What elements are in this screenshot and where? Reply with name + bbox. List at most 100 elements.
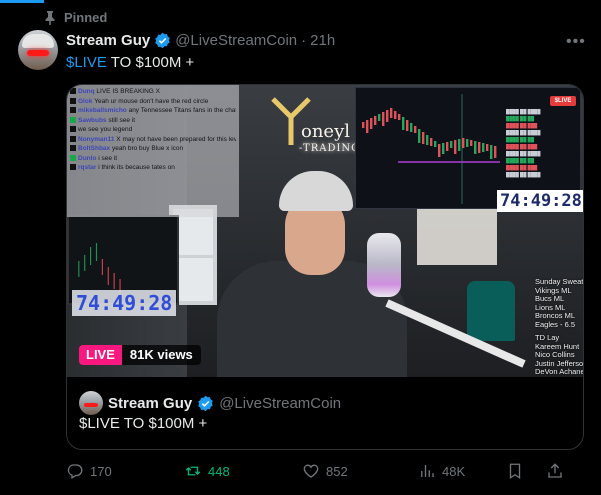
candle [402,117,405,130]
chart-side-row: ████ ██ ███ [506,165,538,170]
author-name[interactable]: Stream Guy [66,32,150,49]
chat-message: Nonyman11 X may not have been prepared f… [70,135,236,145]
x-badge-icon [70,88,76,95]
live-view-count: 81K views [121,345,201,365]
countdown-timer-right: 74:49:28 [497,190,583,212]
chart-sidebar: $LIVE ████ ██ ████ ████ ██ ██ ████ ██ ██… [506,92,578,206]
x-badge-icon [70,126,76,133]
live-stream-media[interactable]: oneyl -TRADING- Dunq LIVE IS BREAKING X … [67,85,583,377]
chat-text: Yeah ur mouse don't have the red circle [94,97,209,105]
tweet-timestamp[interactable]: 21h [310,32,335,49]
candle [382,112,385,126]
chat-username: Nonyman11 [78,135,117,143]
chat-message: BoltShbax yeah bro buy Blue x icon [70,144,236,154]
candle [462,138,465,148]
header-separator: · [301,32,307,49]
chat-text: i think its because tates on [98,164,175,171]
candle [390,108,393,118]
chart-side-row: ████ ██ ████ [506,130,541,135]
cashtag-link[interactable]: $LIVE [66,54,107,71]
chat-message: mikeballsmicho any Tennessee Titans fans… [70,106,236,116]
repost-button[interactable]: 448 [184,462,230,480]
bookmark-button[interactable] [506,462,524,480]
reply-count: 170 [90,463,112,479]
quoted-tweet-card[interactable]: oneyl -TRADING- Dunq LIVE IS BREAKING X … [66,84,584,450]
chat-text: LIVE IS BREAKING X [96,88,160,95]
candle [454,140,457,154]
jersey [467,281,515,341]
x-badge-icon [70,164,76,171]
tweet-actions: 170 448 852 48K [66,462,596,482]
more-options-icon[interactable]: ••• [566,33,586,51]
chat-username: Glok [78,97,95,105]
pinned-tweet[interactable]: Pinned Stream Guy @LiveStreamCoin · 21h … [0,0,601,495]
chart-side-row: ████ ██ ██ [506,116,535,121]
quoted-author-avatar[interactable] [79,391,103,415]
candle [490,145,493,159]
reply-icon [67,464,83,479]
candle [478,142,481,153]
chat-text: X may not have been prepared for this le… [116,135,236,143]
share-icon [548,463,562,478]
candle [426,135,429,145]
views-count: 48K [442,463,466,479]
pick-item: AJ Brown [535,376,583,377]
quoted-author-name[interactable]: Stream Guy [108,395,192,412]
x-badge-icon [70,97,76,104]
x-badge-icon [70,135,76,142]
green-badge-icon [70,154,76,161]
candle [474,141,477,154]
share-button[interactable] [546,462,564,480]
candle [414,126,417,133]
repost-count: 448 [208,463,230,479]
quoted-tweet-text: $LIVE TO $100M + [79,415,208,432]
candle [378,114,381,121]
candle [466,139,469,147]
chat-text: still see it [108,116,136,124]
candle [398,114,401,120]
chart-side-row: ████ ██ ████ [506,151,541,156]
tweet-text: $LIVE TO $100M + [66,54,194,71]
x-badge-icon [70,107,76,114]
chart-side-row: ████ ██ ███ [506,144,538,149]
chart-side-row: ████ ██ ████ [506,109,541,114]
pinned-indicator: Pinned [44,10,107,25]
verified-badge-icon[interactable] [154,32,171,49]
chat-message: rqstar i think its because tates on [70,163,236,173]
chat-message: Sawbubs still see it [70,116,236,126]
pinned-label: Pinned [64,10,108,25]
views-button[interactable]: 48K [418,462,465,480]
svg-text:oneyl: oneyl [301,121,350,142]
quoted-author-handle[interactable]: @LiveStreamCoin [219,395,341,412]
candle [446,142,449,151]
chat-text: we see you legend [78,126,133,133]
candle [374,116,377,125]
chat-text: i see it [98,154,118,162]
chat-username: Dunlo [78,154,99,162]
candle [458,139,461,151]
quoted-tweet-header: Stream Guy @LiveStreamCoin [79,391,341,415]
author-avatar[interactable] [18,30,58,70]
candle [406,120,409,131]
candle [366,120,369,133]
like-count: 852 [326,463,348,479]
candle [418,129,421,143]
picks-list: Sunday Sweat Vikings ML Bucs ML Lions ML Bro… [535,277,583,377]
chart-live-tag: $LIVE [550,96,576,106]
reply-button[interactable]: 170 [66,462,112,480]
chart-side-row: ████ ██ ███ [506,123,538,128]
candle [386,110,389,122]
candle [362,122,365,128]
heart-icon [303,464,319,478]
like-button[interactable]: 852 [302,462,348,480]
author-handle[interactable]: @LiveStreamCoin [175,32,297,49]
candle [486,144,489,151]
candle [470,140,473,146]
tweet-text-rest: TO $100M + [106,54,195,71]
chat-message: Dunq LIVE IS BREAKING X [70,87,236,97]
candle [482,143,485,152]
live-label: LIVE [79,345,122,365]
chat-text: yeah bro buy Blue x icon [111,145,184,152]
live-badge: LIVE 81K views [79,345,201,365]
price-chart [362,94,500,204]
